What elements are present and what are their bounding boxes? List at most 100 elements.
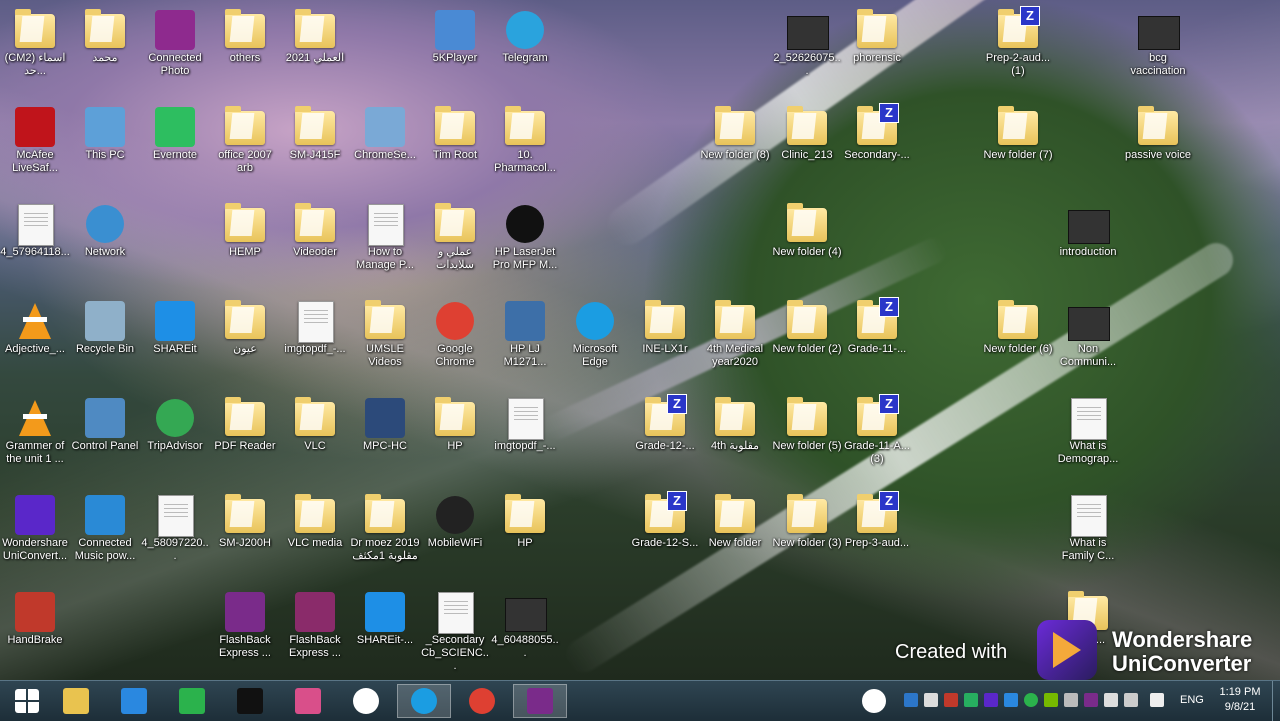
desktop-icon[interactable]: New folder (5) <box>772 392 842 484</box>
desktop-icon[interactable]: New folder <box>700 489 770 581</box>
desktop[interactable]: (CM2) اسماء حد... محمد Connected Photo othe… <box>0 0 1280 680</box>
desktop-icon[interactable]: FlashBack Express ... <box>210 586 280 678</box>
desktop-icon[interactable]: 4_60488055... <box>490 586 560 678</box>
desktop-icon[interactable]: Z Prep-3-aud... <box>842 489 912 581</box>
desktop-icon[interactable]: New folder (7) <box>983 101 1053 193</box>
desktop-icon[interactable]: Network <box>70 198 140 290</box>
desktop-icon[interactable]: SHAREit <box>140 295 210 387</box>
file-explorer-button[interactable] <box>49 684 103 718</box>
desktop-icon[interactable]: SM-J415F <box>280 101 350 193</box>
desktop-icon[interactable]: How to Manage P... <box>350 198 420 290</box>
desktop-icon[interactable]: Z Grade-11-A... (3) <box>842 392 912 484</box>
desktop-icon[interactable]: New folder (4) <box>772 198 842 290</box>
whatsapp-icon[interactable] <box>1024 693 1038 707</box>
tray-app-icon[interactable] <box>904 693 918 707</box>
desktop-icon[interactable]: Wondershare UniConvert... <box>0 489 70 581</box>
desktop-icon[interactable]: UMSLE Videos <box>350 295 420 387</box>
desktop-icon[interactable]: 5KPlayer <box>420 4 490 96</box>
tray-app-icon[interactable] <box>984 693 998 707</box>
desktop-icon[interactable]: 10. Pharmacol... <box>490 101 560 193</box>
desktop-icon[interactable]: Control Panel <box>70 392 140 484</box>
desktop-icon[interactable]: imgtopdf_-... <box>490 392 560 484</box>
desktop-icon[interactable]: introduction <box>1053 198 1123 290</box>
bluetooth-icon[interactable] <box>1004 693 1018 707</box>
desktop-icon[interactable]: MPC-HC <box>350 392 420 484</box>
desktop-icon[interactable]: SM-J200H <box>210 489 280 581</box>
desktop-icon[interactable]: TripAdvisor <box>140 392 210 484</box>
hp-app-button[interactable] <box>339 684 393 718</box>
desktop-icon[interactable]: Z Grade-12-... <box>630 392 700 484</box>
internet-explorer-button[interactable] <box>107 684 161 718</box>
desktop-icon[interactable]: HandBrake <box>0 586 70 678</box>
language-indicator[interactable]: ENG <box>1180 694 1204 706</box>
desktop-icon[interactable]: _Secondary Cb_SCIENC... <box>420 586 490 678</box>
desktop-icon[interactable]: عملي و سلايدات <box>420 198 490 290</box>
desktop-icon[interactable]: (CM2) اسماء حد... <box>0 4 70 96</box>
desktop-icon[interactable]: Grammer of the unit 1 ... <box>0 392 70 484</box>
edge-button[interactable] <box>397 684 451 718</box>
desktop-icon[interactable]: 4_58097220... <box>140 489 210 581</box>
store-button[interactable] <box>165 684 219 718</box>
clock[interactable]: 1:19 PM 9/8/21 <box>1214 685 1266 715</box>
desktop-icon[interactable]: HP LaserJet Pro MFP M... <box>490 198 560 290</box>
desktop-icon[interactable]: bcg vaccination <box>1123 4 1193 96</box>
recording-icon[interactable] <box>1084 693 1098 707</box>
printer-icon[interactable] <box>1064 693 1078 707</box>
desktop-icon[interactable]: office 2007 arb <box>210 101 280 193</box>
desktop-icon[interactable]: Clinic_213 <box>772 101 842 193</box>
desktop-icon[interactable]: VLC <box>280 392 350 484</box>
start-button[interactable] <box>0 684 54 718</box>
desktop-icon[interactable]: VLC media <box>280 489 350 581</box>
desktop-icon[interactable]: Connected Photo <box>140 4 210 96</box>
tray-app-icon[interactable] <box>924 693 938 707</box>
desktop-icon[interactable]: PDF Reader <box>210 392 280 484</box>
desktop-icon[interactable]: SHAREit-... <box>350 586 420 678</box>
desktop-icon[interactable]: New folder (8) <box>700 101 770 193</box>
desktop-icon[interactable]: Z Prep-2-aud... (1) <box>983 4 1053 96</box>
desktop-icon[interactable]: Dr moez 2019 مقلوبة 1مكثف <box>350 489 420 581</box>
desktop-icon[interactable]: What is Family C... <box>1053 489 1123 581</box>
desktop-icon[interactable]: 4th Medical year2020 <box>700 295 770 387</box>
show-desktop-button[interactable] <box>1272 681 1280 721</box>
desktop-icon[interactable]: محمد <box>70 4 140 96</box>
desktop-icon[interactable]: Z Grade-11-... <box>842 295 912 387</box>
desktop-icon[interactable]: imgtopdf_-... <box>280 295 350 387</box>
desktop-icon[interactable]: Google Chrome <box>420 295 490 387</box>
tray-app-icon[interactable] <box>964 693 978 707</box>
desktop-icon[interactable]: Z Grade-12-S... <box>630 489 700 581</box>
desktop-icon[interactable]: INE-LX1r <box>630 295 700 387</box>
desktop-icon[interactable]: Non Communi... <box>1053 295 1123 387</box>
desktop-icon[interactable]: HP <box>420 392 490 484</box>
chrome-button[interactable] <box>455 684 509 718</box>
volume-icon[interactable] <box>1150 693 1164 707</box>
camera-app-button[interactable] <box>223 684 277 718</box>
desktop-icon[interactable]: ChromeSe... <box>350 101 420 193</box>
desktop-icon[interactable]: 2_52626075... <box>772 4 842 96</box>
desktop-icon[interactable]: Z Secondary-... <box>842 101 912 193</box>
desktop-icon[interactable]: عيون <box>210 295 280 387</box>
desktop-icon[interactable]: New folder (2) <box>772 295 842 387</box>
desktop-icon[interactable]: passive voice <box>1123 101 1193 193</box>
nvidia-icon[interactable] <box>1044 693 1058 707</box>
help-icon[interactable] <box>862 689 886 713</box>
desktop-icon[interactable]: Microsoft Edge <box>560 295 630 387</box>
desktop-icon[interactable]: HEMP <box>210 198 280 290</box>
desktop-icon[interactable]: What is Demograp... <box>1053 392 1123 484</box>
desktop-icon[interactable]: 4_57964118... <box>0 198 70 290</box>
tray-app-icon[interactable] <box>944 693 958 707</box>
desktop-icon[interactable]: 2021 العملي <box>280 4 350 96</box>
desktop-icon[interactable]: Videoder <box>280 198 350 290</box>
desktop-icon[interactable]: New folder (3) <box>772 489 842 581</box>
battery-icon[interactable] <box>1124 693 1138 707</box>
desktop-icon[interactable]: HP LJ M1271... <box>490 295 560 387</box>
network-icon[interactable] <box>1104 693 1118 707</box>
desktop-icon[interactable]: MobileWiFi <box>420 489 490 581</box>
desktop-icon[interactable]: Tim Root <box>420 101 490 193</box>
desktop-icon[interactable]: Recycle Bin <box>70 295 140 387</box>
desktop-icon[interactable]: McAfee LiveSaf... <box>0 101 70 193</box>
desktop-icon[interactable]: Connected Music pow... <box>70 489 140 581</box>
desktop-icon[interactable]: Adjective_... <box>0 295 70 387</box>
flashback-button[interactable] <box>513 684 567 718</box>
desktop-icon[interactable]: FlashBack Express ... <box>280 586 350 678</box>
desktop-icon[interactable]: Telegram <box>490 4 560 96</box>
